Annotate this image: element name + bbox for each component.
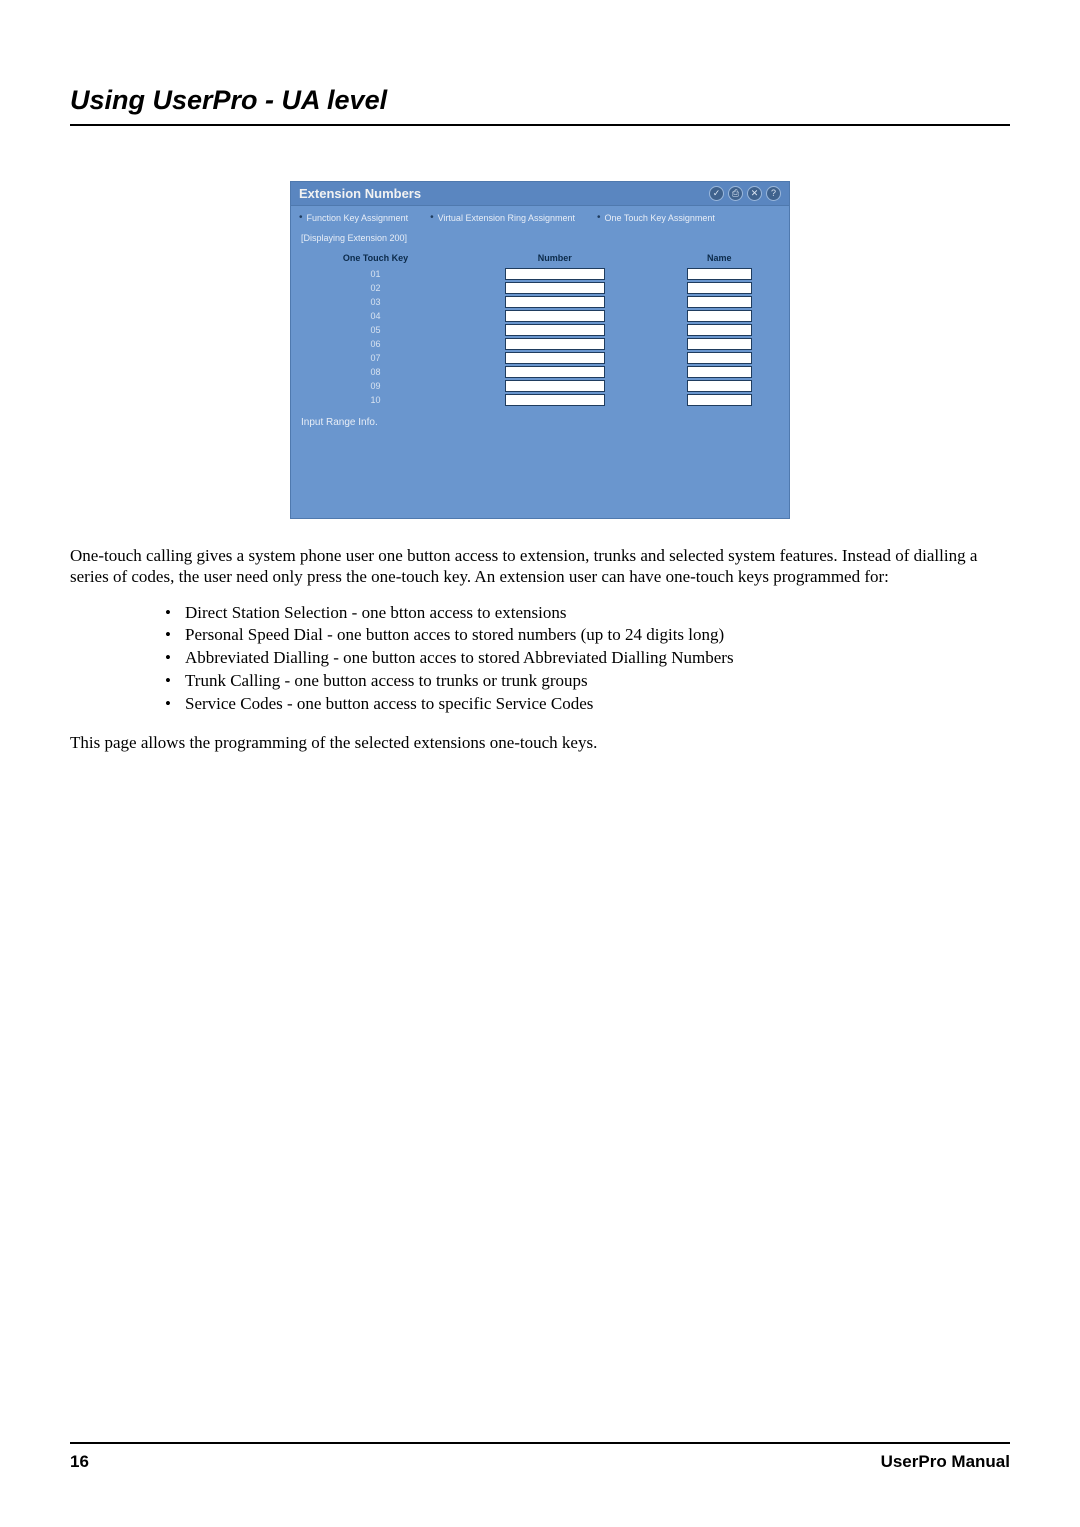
name-input[interactable] <box>687 310 752 322</box>
print-icon[interactable]: ⎙ <box>728 186 743 201</box>
row-key: 06 <box>291 337 460 351</box>
number-input[interactable] <box>505 394 605 406</box>
row-key: 01 <box>291 267 460 281</box>
displaying-extension-label: [Displaying Extension 200] <box>291 227 789 249</box>
closing-paragraph: This page allows the programming of the … <box>70 732 1010 753</box>
panel-tabs: Function Key Assignment Virtual Extensio… <box>291 206 789 227</box>
col-name: Name <box>649 249 789 267</box>
input-range-info[interactable]: Input Range Info. <box>291 407 789 518</box>
table-row: 07 <box>291 351 789 365</box>
row-key: 02 <box>291 281 460 295</box>
panel-header: Extension Numbers ✓ ⎙ ✕ ? <box>291 182 789 206</box>
check-icon[interactable]: ✓ <box>709 186 724 201</box>
row-key: 03 <box>291 295 460 309</box>
tab-one-touch-key[interactable]: One Touch Key Assignment <box>597 212 715 223</box>
name-input[interactable] <box>687 352 752 364</box>
row-key: 05 <box>291 323 460 337</box>
name-input[interactable] <box>687 380 752 392</box>
table-row: 06 <box>291 337 789 351</box>
table-row: 05 <box>291 323 789 337</box>
row-key: 08 <box>291 365 460 379</box>
list-item: Personal Speed Dial - one button acces t… <box>165 624 1010 647</box>
row-key: 04 <box>291 309 460 323</box>
name-input[interactable] <box>687 268 752 280</box>
list-item: Service Codes - one button access to spe… <box>165 693 1010 716</box>
number-input[interactable] <box>505 282 605 294</box>
row-key: 10 <box>291 393 460 407</box>
help-icon[interactable]: ? <box>766 186 781 201</box>
number-input[interactable] <box>505 324 605 336</box>
table-row: 02 <box>291 281 789 295</box>
table-row: 08 <box>291 365 789 379</box>
table-row: 01 <box>291 267 789 281</box>
name-input[interactable] <box>687 338 752 350</box>
number-input[interactable] <box>505 338 605 350</box>
name-input[interactable] <box>687 394 752 406</box>
name-input[interactable] <box>687 324 752 336</box>
page-footer: 16 UserPro Manual <box>70 1442 1010 1472</box>
number-input[interactable] <box>505 380 605 392</box>
one-touch-table: One Touch Key Number Name 01020304050607… <box>291 249 789 407</box>
number-input[interactable] <box>505 268 605 280</box>
row-key: 07 <box>291 351 460 365</box>
manual-title: UserPro Manual <box>881 1452 1010 1472</box>
panel-header-icons: ✓ ⎙ ✕ ? <box>709 186 781 201</box>
page-number: 16 <box>70 1452 89 1472</box>
number-input[interactable] <box>505 352 605 364</box>
col-number: Number <box>460 249 649 267</box>
list-item: Abbreviated Dialling - one button acces … <box>165 647 1010 670</box>
tab-virtual-extension[interactable]: Virtual Extension Ring Assignment <box>430 212 575 223</box>
page-title: Using UserPro - UA level <box>70 85 1010 126</box>
table-row: 03 <box>291 295 789 309</box>
number-input[interactable] <box>505 310 605 322</box>
table-row: 10 <box>291 393 789 407</box>
name-input[interactable] <box>687 296 752 308</box>
col-one-touch-key: One Touch Key <box>291 249 460 267</box>
table-row: 09 <box>291 379 789 393</box>
number-input[interactable] <box>505 366 605 378</box>
list-item: Direct Station Selection - one btton acc… <box>165 602 1010 625</box>
name-input[interactable] <box>687 282 752 294</box>
screenshot-panel-wrap: Extension Numbers ✓ ⎙ ✕ ? Function Key A… <box>70 181 1010 519</box>
tab-function-key[interactable]: Function Key Assignment <box>299 212 408 223</box>
feature-list: Direct Station Selection - one btton acc… <box>70 602 1010 717</box>
number-input[interactable] <box>505 296 605 308</box>
name-input[interactable] <box>687 366 752 378</box>
close-icon[interactable]: ✕ <box>747 186 762 201</box>
panel-title: Extension Numbers <box>299 186 421 201</box>
row-key: 09 <box>291 379 460 393</box>
extension-numbers-panel: Extension Numbers ✓ ⎙ ✕ ? Function Key A… <box>290 181 790 519</box>
table-row: 04 <box>291 309 789 323</box>
list-item: Trunk Calling - one button access to tru… <box>165 670 1010 693</box>
intro-paragraph: One-touch calling gives a system phone u… <box>70 545 1010 588</box>
